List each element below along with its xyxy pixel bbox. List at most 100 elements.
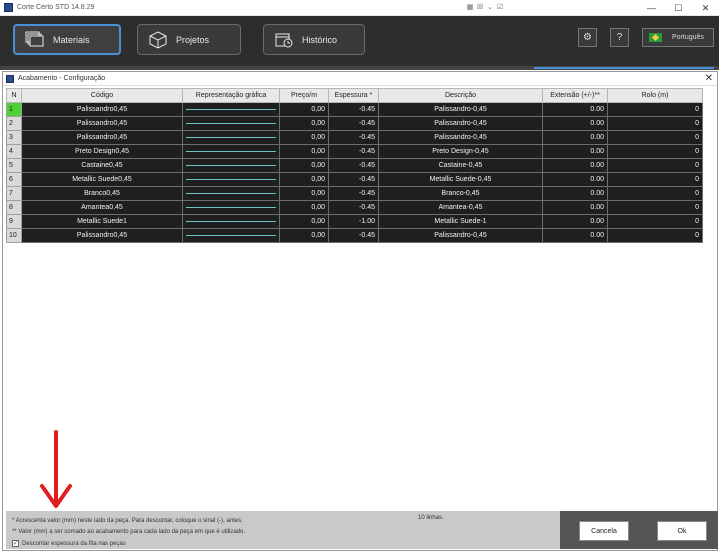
preco-cell[interactable]: 0,00	[279, 144, 329, 159]
table-row[interactable]: 5 Castaine0,45 0,00 -0.45 Castaine-0,45 0.00 0	[6, 158, 703, 173]
row-number[interactable]: 2	[6, 116, 22, 131]
descricao-cell[interactable]: Metallic Suede-0,45	[378, 172, 543, 187]
table-row[interactable]: 10 Palissandro0,45 0,00 -0.45 Palissandro-0,…	[6, 228, 703, 243]
table-row[interactable]: 9 Metallic Suede1 0,00 -1.00 Metallic Suede-…	[6, 214, 703, 229]
extensao-cell[interactable]: 0.00	[542, 228, 608, 243]
rolo-cell[interactable]: 0	[607, 158, 703, 173]
espessura-cell[interactable]: -0.45	[328, 172, 379, 187]
close-button[interactable]: ✕	[692, 0, 719, 16]
codigo-cell[interactable]: Palissandro0,45	[21, 228, 183, 243]
espessura-cell[interactable]: -0.45	[328, 116, 379, 131]
representacao-cell[interactable]	[182, 172, 280, 187]
preco-cell[interactable]: 0,00	[279, 130, 329, 145]
table-row[interactable]: 3 Palissandro0,45 0,00 -0.45 Palissandro-0,4…	[6, 130, 703, 145]
column-header[interactable]: Código	[21, 88, 183, 103]
descricao-cell[interactable]: Palissandro-0,45	[378, 228, 543, 243]
codigo-cell[interactable]: Metallic Suede1	[21, 214, 183, 229]
extensao-cell[interactable]: 0.00	[542, 144, 608, 159]
row-number[interactable]: 5	[6, 158, 22, 173]
rolo-cell[interactable]: 0	[607, 116, 703, 131]
close-icon[interactable]: ✕	[705, 73, 713, 84]
extensao-cell[interactable]: 0.00	[542, 130, 608, 145]
row-number[interactable]: 9	[6, 214, 22, 229]
language-button[interactable]: Português	[642, 28, 714, 47]
column-header[interactable]: Rolo (m)	[607, 88, 703, 103]
espessura-cell[interactable]: -0.45	[328, 158, 379, 173]
rolo-cell[interactable]: 0	[607, 144, 703, 159]
extensao-cell[interactable]: 0.00	[542, 158, 608, 173]
historico-button[interactable]: Histórico	[263, 24, 365, 55]
extensao-cell[interactable]: 0.00	[542, 116, 608, 131]
espessura-cell[interactable]: -0.45	[328, 186, 379, 201]
espessura-cell[interactable]: -0.45	[328, 130, 379, 145]
descricao-cell[interactable]: Palissandro-0,45	[378, 130, 543, 145]
descricao-cell[interactable]: Preto Design-0,45	[378, 144, 543, 159]
row-number[interactable]: 7	[6, 186, 22, 201]
preco-cell[interactable]: 0,00	[279, 214, 329, 229]
rolo-cell[interactable]: 0	[607, 200, 703, 215]
row-number[interactable]: 6	[6, 172, 22, 187]
table-row[interactable]: 1 Palissandro0,45 0,00 -0.45 Palissandro-0,4…	[6, 102, 703, 117]
grid-icon[interactable]: ▦	[466, 2, 474, 11]
rolo-cell[interactable]: 0	[607, 102, 703, 117]
descricao-cell[interactable]: Amantea-0,45	[378, 200, 543, 215]
preco-cell[interactable]: 0,00	[279, 186, 329, 201]
checkbox-icon[interactable]: ☒	[476, 2, 484, 11]
table-row[interactable]: 6 Metallic Suede0,45 0,00 -0.45 Metallic Sue…	[6, 172, 703, 187]
representacao-cell[interactable]	[182, 228, 280, 243]
materiais-button[interactable]: Materiais	[13, 24, 121, 55]
descontar-checkbox[interactable]: ✓ Descontar espessura da fita nas peças	[12, 540, 126, 547]
column-header[interactable]: Preço/m	[279, 88, 329, 103]
representacao-cell[interactable]	[182, 130, 280, 145]
descricao-cell[interactable]: Palissandro-0,45	[378, 116, 543, 131]
descricao-cell[interactable]: Palissandro-0,45	[378, 102, 543, 117]
espessura-cell[interactable]: -0.45	[328, 200, 379, 215]
cancel-button[interactable]: Cancela	[579, 521, 629, 541]
codigo-cell[interactable]: Branco0,45	[21, 186, 183, 201]
codigo-cell[interactable]: Castaine0,45	[21, 158, 183, 173]
row-number[interactable]: 3	[6, 130, 22, 145]
column-header[interactable]: Extensão (+/-)**	[542, 88, 608, 103]
rolo-cell[interactable]: 0	[607, 214, 703, 229]
chevron-down-icon[interactable]: ⌄	[486, 2, 494, 11]
extensao-cell[interactable]: 0.00	[542, 200, 608, 215]
extensao-cell[interactable]: 0.00	[542, 102, 608, 117]
table-row[interactable]: 2 Palissandro0,45 0,00 -0.45 Palissandro-0,4…	[6, 116, 703, 131]
codigo-cell[interactable]: Preto Design0,45	[21, 144, 183, 159]
representacao-cell[interactable]	[182, 214, 280, 229]
representacao-cell[interactable]	[182, 144, 280, 159]
rolo-cell[interactable]: 0	[607, 186, 703, 201]
projetos-button[interactable]: Projetos	[137, 24, 241, 55]
settings-button[interactable]: ⚙	[578, 28, 597, 47]
checkbox-icon[interactable]: ☑	[496, 2, 504, 11]
column-header[interactable]: Espessura *	[328, 88, 379, 103]
codigo-cell[interactable]: Metallic Suede0,45	[21, 172, 183, 187]
table-row[interactable]: 7 Branco0,45 0,00 -0.45 Branco-0,45 0.00 0	[6, 186, 703, 201]
column-header[interactable]: Representação gráfica	[182, 88, 280, 103]
row-number[interactable]: 4	[6, 144, 22, 159]
rolo-cell[interactable]: 0	[607, 172, 703, 187]
column-header[interactable]: N	[6, 88, 22, 103]
descricao-cell[interactable]: Castaine-0,45	[378, 158, 543, 173]
maximize-button[interactable]: ☐	[665, 0, 692, 16]
extensao-cell[interactable]: 0.00	[542, 214, 608, 229]
help-button[interactable]: ?	[610, 28, 629, 47]
representacao-cell[interactable]	[182, 102, 280, 117]
preco-cell[interactable]: 0,00	[279, 228, 329, 243]
row-number[interactable]: 1	[6, 102, 22, 117]
codigo-cell[interactable]: Palissandro0,45	[21, 116, 183, 131]
ok-button[interactable]: Ok	[657, 521, 707, 541]
extensao-cell[interactable]: 0.00	[542, 172, 608, 187]
table-row[interactable]: 4 Preto Design0,45 0,00 -0.45 Preto Design-0…	[6, 144, 703, 159]
representacao-cell[interactable]	[182, 186, 280, 201]
descricao-cell[interactable]: Branco-0,45	[378, 186, 543, 201]
preco-cell[interactable]: 0,00	[279, 102, 329, 117]
espessura-cell[interactable]: -1.00	[328, 214, 379, 229]
representacao-cell[interactable]	[182, 116, 280, 131]
rolo-cell[interactable]: 0	[607, 130, 703, 145]
representacao-cell[interactable]	[182, 158, 280, 173]
extensao-cell[interactable]: 0.00	[542, 186, 608, 201]
espessura-cell[interactable]: -0.45	[328, 228, 379, 243]
codigo-cell[interactable]: Amantea0,45	[21, 200, 183, 215]
row-number[interactable]: 8	[6, 200, 22, 215]
